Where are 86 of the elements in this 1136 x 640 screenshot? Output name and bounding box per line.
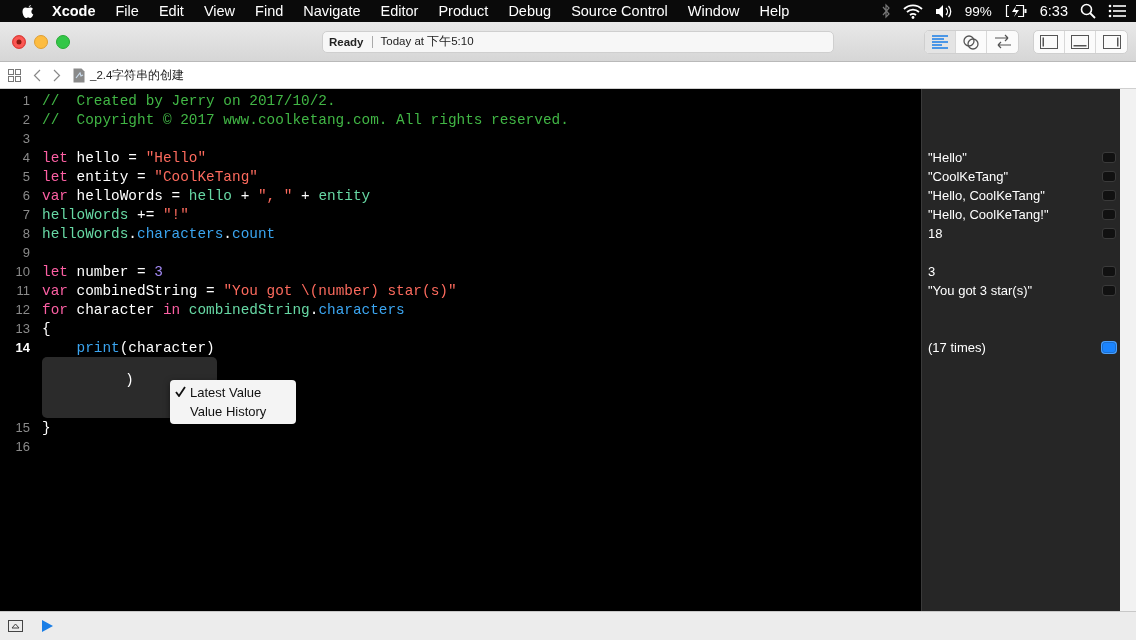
result-value: (17 times) bbox=[928, 340, 987, 355]
close-button[interactable] bbox=[12, 34, 26, 49]
back-icon[interactable] bbox=[33, 68, 41, 82]
menu-item[interactable]: Window bbox=[677, 3, 750, 19]
line-number: 14 bbox=[14, 340, 30, 355]
code-line: helloWords.characters.count bbox=[42, 225, 276, 242]
line-number: 3 bbox=[21, 131, 30, 146]
hide-panel-icon[interactable] bbox=[8, 620, 23, 632]
result-value: 18 bbox=[928, 226, 944, 241]
speaker-icon[interactable] bbox=[934, 3, 953, 19]
result-toggle[interactable] bbox=[1102, 285, 1116, 296]
result-toggle[interactable] bbox=[1102, 266, 1116, 277]
code-line: helloWords += "!" bbox=[42, 206, 189, 223]
result-value: 3 bbox=[928, 264, 937, 279]
result-value: "Hello" bbox=[928, 150, 968, 165]
code-line: { bbox=[42, 320, 51, 337]
result-toggle[interactable] bbox=[1102, 228, 1116, 239]
line-number: 13 bbox=[14, 321, 30, 336]
result-toggle[interactable] bbox=[1102, 209, 1116, 220]
code-line: var combinedString = "You got \(number) star(s)" bbox=[42, 282, 457, 299]
search-icon[interactable] bbox=[1080, 3, 1096, 19]
line-number: 6 bbox=[21, 188, 30, 203]
list-icon[interactable] bbox=[1108, 4, 1126, 18]
code-line: for character in combinedString.characters bbox=[42, 301, 405, 318]
app-menu[interactable]: Xcode bbox=[42, 3, 106, 19]
panel-icon bbox=[1102, 34, 1121, 49]
line-number: 2 bbox=[21, 112, 30, 127]
build-status: Ready bbox=[329, 35, 364, 48]
zoom-button[interactable] bbox=[56, 34, 70, 49]
menu-item[interactable]: Edit bbox=[148, 3, 194, 19]
result-value: "CoolKeTang" bbox=[928, 169, 1010, 184]
line-number: 7 bbox=[21, 207, 30, 222]
wifi-icon[interactable] bbox=[902, 3, 923, 19]
battery-icon[interactable] bbox=[1003, 4, 1028, 18]
menu-item[interactable]: Latest Value bbox=[170, 383, 296, 402]
code-line: let number = 3 bbox=[42, 263, 163, 280]
menu-item[interactable]: Editor bbox=[370, 3, 429, 19]
line-number: 12 bbox=[14, 302, 30, 317]
menu-item[interactable]: Find bbox=[245, 3, 294, 19]
line-number: 5 bbox=[21, 169, 30, 184]
line-number: 11 bbox=[15, 283, 30, 298]
menu-item[interactable]: File bbox=[105, 3, 149, 19]
menu-item[interactable]: Navigate bbox=[293, 3, 371, 19]
file-icon bbox=[73, 67, 85, 83]
result-toggle[interactable] bbox=[1102, 190, 1116, 201]
panel-icon bbox=[1040, 34, 1058, 49]
play-icon[interactable] bbox=[41, 619, 53, 633]
menu-item[interactable]: Product bbox=[428, 3, 499, 19]
code-line: } bbox=[42, 419, 51, 436]
apple-icon bbox=[20, 2, 36, 20]
build-timestamp: Today at 下午5:10 bbox=[380, 34, 474, 49]
menu-item[interactable]: Help bbox=[749, 3, 800, 19]
menu-item[interactable]: Source Control bbox=[561, 3, 678, 19]
result-value: "You got 3 star(s)" bbox=[928, 283, 1034, 298]
menu-item[interactable]: View bbox=[193, 3, 246, 19]
result-toggle[interactable] bbox=[1102, 171, 1116, 182]
lines-icon bbox=[931, 33, 949, 50]
menu-item[interactable]: Value History bbox=[170, 402, 296, 421]
bluetooth-icon[interactable] bbox=[880, 3, 891, 19]
menu-clock[interactable]: 6:33 bbox=[1039, 3, 1068, 19]
line-number: 8 bbox=[21, 226, 30, 241]
forward-icon[interactable] bbox=[53, 68, 61, 82]
code-line: let hello = "Hello" bbox=[42, 149, 207, 166]
code-line: print(character) bbox=[75, 339, 215, 356]
line-number: 15 bbox=[14, 420, 30, 435]
menu-item[interactable]: Debug bbox=[498, 3, 562, 19]
result-value: "Hello, CoolKeTang!" bbox=[928, 207, 1050, 222]
line-number: 10 bbox=[14, 264, 30, 279]
code-line: let entity = "CoolKeTang" bbox=[42, 168, 258, 185]
code-line: // Created by Jerry on 2017/10/2. bbox=[42, 92, 336, 109]
code-line: var helloWords = hello + ", " + entity bbox=[42, 187, 371, 204]
line-number: 16 bbox=[14, 439, 30, 454]
panel-icon bbox=[1071, 34, 1089, 49]
grid-icon[interactable] bbox=[8, 68, 21, 82]
result-toggle[interactable] bbox=[1102, 152, 1116, 163]
result-toggle[interactable] bbox=[1102, 342, 1116, 353]
circles-icon bbox=[962, 33, 980, 50]
arrows-icon bbox=[993, 33, 1012, 50]
line-number: 9 bbox=[21, 245, 30, 260]
battery-percentage: 99% bbox=[964, 3, 992, 19]
inline-result-value: ) bbox=[125, 371, 134, 388]
line-number: 1 bbox=[21, 93, 30, 108]
result-value: "Hello, CoolKeTang" bbox=[928, 188, 1046, 203]
file-path[interactable]: _2.4字符串的创建 bbox=[90, 67, 185, 83]
line-number: 4 bbox=[21, 150, 30, 165]
code-line: // Copyright © 2017 www.coolketang.com. All rights reserved. bbox=[42, 111, 569, 128]
